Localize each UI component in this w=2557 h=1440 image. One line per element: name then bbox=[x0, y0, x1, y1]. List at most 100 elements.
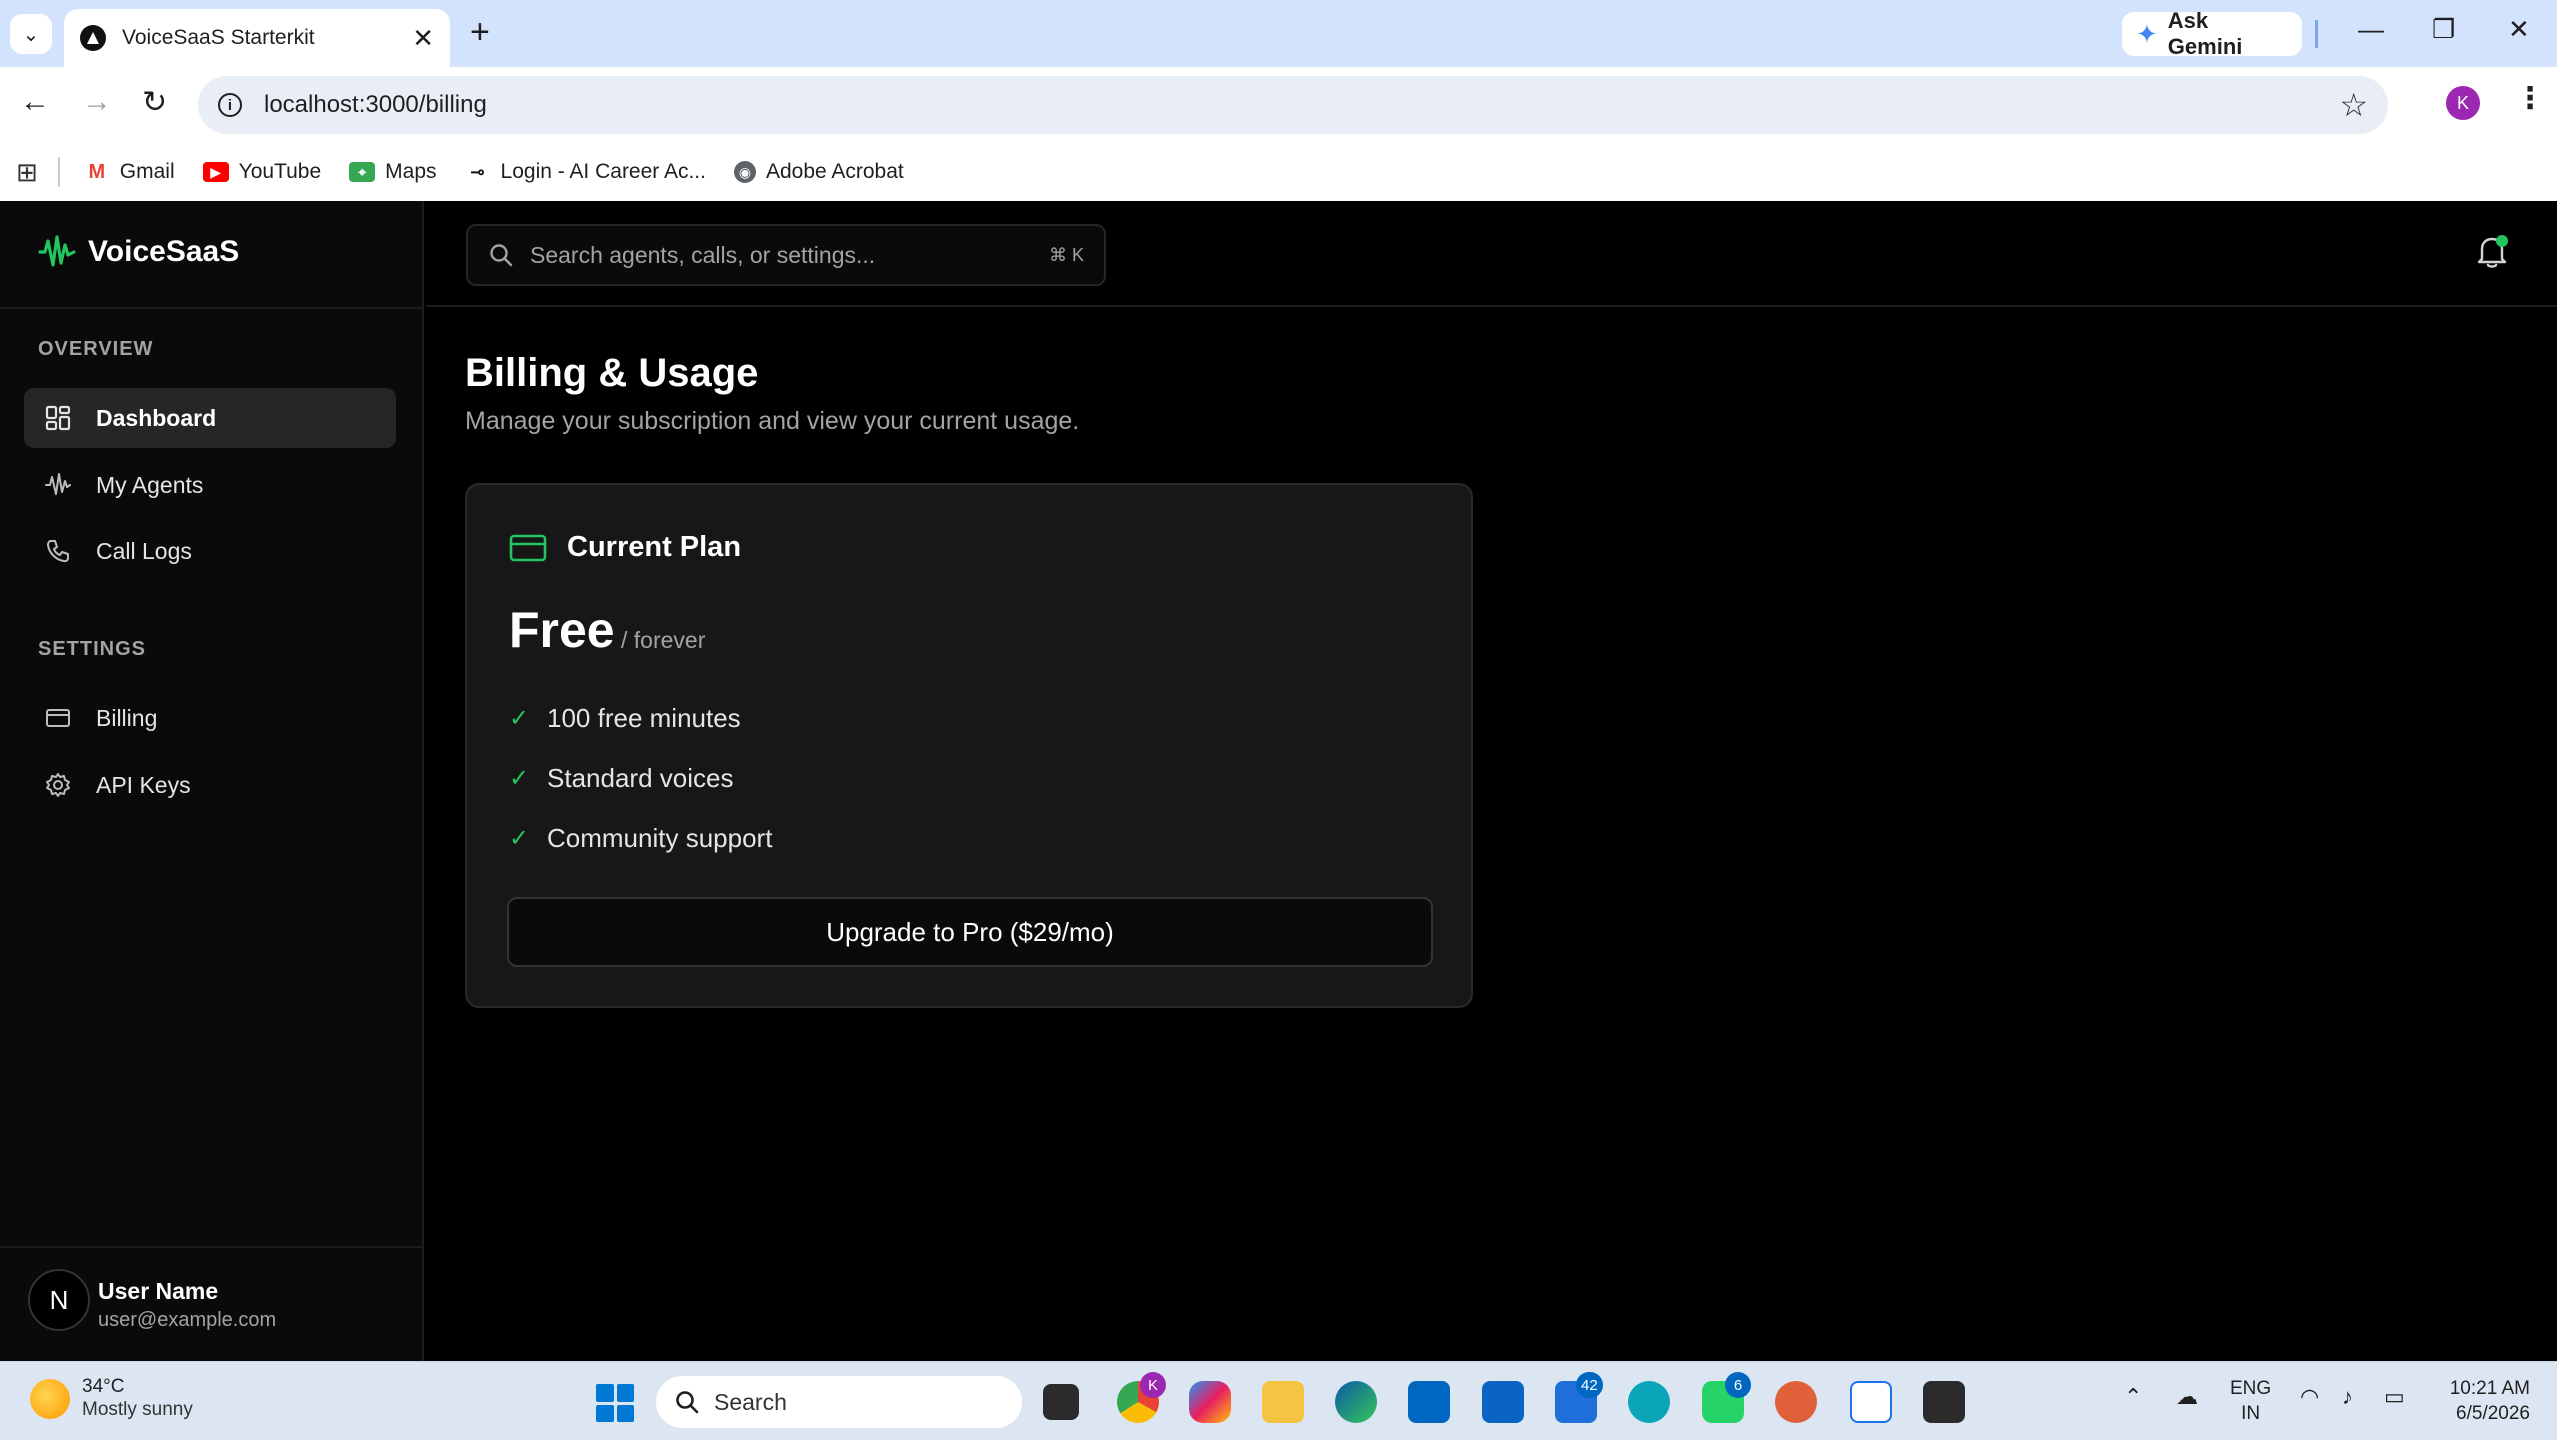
gemini-sparkle-icon: ✦ bbox=[2136, 18, 2158, 49]
bookmark-youtube[interactable]: ▶ YouTube bbox=[202, 160, 321, 184]
ask-gemini-label: Ask Gemini bbox=[2167, 8, 2243, 59]
global-search-input[interactable]: Search agents, calls, or settings... ⌘ K bbox=[466, 224, 1106, 286]
chrome-profile-badge: K bbox=[1140, 1372, 1166, 1398]
brand-name: VoiceSaaS bbox=[88, 235, 240, 268]
new-tab-button[interactable]: + bbox=[470, 14, 490, 50]
sidebar-item-label: My Agents bbox=[96, 471, 204, 498]
chevron-down-icon: ⌄ bbox=[22, 23, 40, 46]
ask-gemini-button[interactable]: ✦ Ask Gemini bbox=[2122, 8, 2302, 59]
sidebar-item-label: Call Logs bbox=[96, 537, 192, 564]
youtube-icon: ▶ bbox=[202, 162, 229, 182]
feature-item: ✓ Community support bbox=[509, 823, 772, 854]
sidebar-item-my-agents[interactable]: My Agents bbox=[24, 455, 396, 515]
back-arrow-icon[interactable]: ← bbox=[20, 85, 50, 119]
tab-search-button[interactable]: ⌄ bbox=[10, 14, 52, 54]
system-clock[interactable]: 10:21 AM 6/5/2026 bbox=[2440, 1376, 2530, 1426]
bookmark-label: Maps bbox=[385, 160, 437, 183]
card-header: Current Plan bbox=[509, 531, 741, 564]
app-a-icon[interactable] bbox=[1850, 1381, 1892, 1423]
copilot-icon[interactable] bbox=[1189, 1381, 1231, 1423]
app-favicon-icon bbox=[80, 25, 106, 51]
page-subtitle: Manage your subscription and view your c… bbox=[465, 407, 1080, 435]
weather-widget[interactable]: 34°C Mostly sunny bbox=[30, 1376, 193, 1422]
sidebar-item-dashboard[interactable]: Dashboard bbox=[24, 388, 396, 448]
browser-menu-icon[interactable]: ⋮ bbox=[2515, 81, 2545, 116]
search-icon bbox=[490, 244, 513, 267]
weather-condition: Mostly sunny bbox=[82, 1399, 193, 1420]
bookmark-label: Adobe Acrobat bbox=[765, 160, 904, 183]
gmail-icon: M bbox=[83, 161, 110, 183]
task-view-icon[interactable] bbox=[1043, 1384, 1079, 1420]
sidebar-item-api-keys[interactable]: API Keys bbox=[24, 755, 396, 815]
url-text[interactable]: localhost:3000/billing bbox=[264, 91, 2339, 119]
forward-arrow-icon[interactable]: → bbox=[82, 85, 112, 119]
user-email: user@example.com bbox=[98, 1309, 277, 1331]
check-icon: ✓ bbox=[509, 825, 530, 852]
sidebar-divider bbox=[0, 307, 424, 309]
mail-unread-badge: 42 bbox=[1576, 1372, 1603, 1398]
reload-icon[interactable]: ↻ bbox=[142, 85, 167, 120]
search-shortcut-hint: ⌘ K bbox=[1048, 244, 1084, 265]
check-icon: ✓ bbox=[509, 765, 530, 792]
bookmark-maps[interactable]: ⌖ Maps bbox=[349, 160, 437, 184]
sidebar-item-call-logs[interactable]: Call Logs bbox=[24, 521, 396, 581]
minimize-window-icon[interactable]: — bbox=[2358, 14, 2384, 45]
bookmark-adobe-acrobat[interactable]: ◉ Adobe Acrobat bbox=[733, 160, 904, 184]
tray-overflow-icon[interactable]: ⌃ bbox=[2124, 1384, 2142, 1410]
restore-window-icon[interactable]: ❐ bbox=[2432, 14, 2455, 45]
user-name: User Name bbox=[98, 1278, 219, 1304]
apps-grid-icon[interactable]: ⊞ bbox=[16, 157, 38, 188]
credit-card-icon bbox=[509, 534, 547, 561]
app-c-icon[interactable] bbox=[1628, 1381, 1670, 1423]
region-code: IN bbox=[2241, 1403, 2261, 1424]
bookmark-ai-career[interactable]: ⊸ Login - AI Career Ac... bbox=[464, 160, 706, 184]
volume-icon[interactable]: ♪ bbox=[2342, 1384, 2353, 1410]
file-explorer-icon[interactable] bbox=[1262, 1381, 1304, 1423]
close-tab-icon[interactable]: ✕ bbox=[412, 23, 434, 54]
notification-dot bbox=[2496, 235, 2508, 247]
outlook-icon[interactable] bbox=[1482, 1381, 1524, 1423]
sidebar-item-label: API Keys bbox=[96, 771, 191, 798]
check-icon: ✓ bbox=[509, 705, 530, 732]
network-status-icon[interactable]: ☁ bbox=[2176, 1384, 2198, 1410]
site-info-icon[interactable]: i bbox=[218, 93, 242, 117]
sidebar-item-label: Billing bbox=[96, 704, 158, 731]
sidebar-item-billing[interactable]: Billing bbox=[24, 688, 396, 748]
bookmark-star-icon[interactable]: ☆ bbox=[2339, 86, 2368, 124]
edge-icon[interactable] bbox=[1335, 1381, 1377, 1423]
sun-icon bbox=[30, 1379, 70, 1419]
user-avatar[interactable]: N bbox=[28, 1269, 90, 1331]
waveform-icon bbox=[44, 471, 72, 499]
page-title: Billing & Usage bbox=[465, 351, 759, 395]
sidebar: VoiceSaaS OVERVIEW Dashboard My Agents C… bbox=[0, 201, 424, 1361]
bookmarks-bar: ⊞ M Gmail ▶ YouTube ⌖ Maps ⊸ Login - AI … bbox=[0, 143, 2557, 201]
bookmark-gmail[interactable]: M Gmail bbox=[83, 160, 175, 184]
feature-item: ✓ 100 free minutes bbox=[509, 703, 741, 734]
bookmark-label: Login - AI Career Ac... bbox=[500, 160, 706, 183]
profile-avatar[interactable]: K bbox=[2446, 86, 2480, 120]
plan-price: Free bbox=[509, 602, 615, 658]
bookmarks-divider bbox=[57, 157, 60, 187]
battery-icon[interactable]: ▭ bbox=[2384, 1384, 2405, 1410]
close-window-icon[interactable]: ✕ bbox=[2508, 14, 2530, 45]
tab-title: VoiceSaaS Starterkit bbox=[122, 26, 315, 49]
wifi-icon[interactable]: ◠ bbox=[2300, 1384, 2319, 1410]
upgrade-to-pro-button[interactable]: Upgrade to Pro ($29/mo) bbox=[507, 897, 1433, 967]
weather-temperature: 34°C bbox=[82, 1376, 125, 1397]
claude-icon[interactable] bbox=[1775, 1381, 1817, 1423]
language-code: ENG bbox=[2230, 1378, 2272, 1399]
acrobat-icon: ◉ bbox=[733, 161, 756, 183]
terminal-icon[interactable] bbox=[1923, 1381, 1965, 1423]
link-icon: ⊸ bbox=[464, 162, 491, 182]
whatsapp-unread-badge: 6 bbox=[1725, 1372, 1751, 1398]
browser-tab-strip: ⌄ VoiceSaaS Starterkit ✕ + ✦ Ask Gemini … bbox=[0, 0, 2557, 67]
bookmark-label: Gmail bbox=[119, 160, 175, 183]
taskbar-search[interactable]: Search bbox=[656, 1376, 1022, 1428]
windows-start-icon[interactable] bbox=[596, 1384, 634, 1422]
address-bar[interactable]: i localhost:3000/billing ☆ bbox=[198, 76, 2388, 134]
browser-tab[interactable]: VoiceSaaS Starterkit ✕ bbox=[64, 9, 450, 67]
brand-logo[interactable]: VoiceSaaS bbox=[38, 233, 239, 271]
feature-label: Community support bbox=[547, 823, 773, 853]
microsoft-store-icon[interactable] bbox=[1408, 1381, 1450, 1423]
language-indicator[interactable]: ENG IN bbox=[2230, 1376, 2271, 1426]
